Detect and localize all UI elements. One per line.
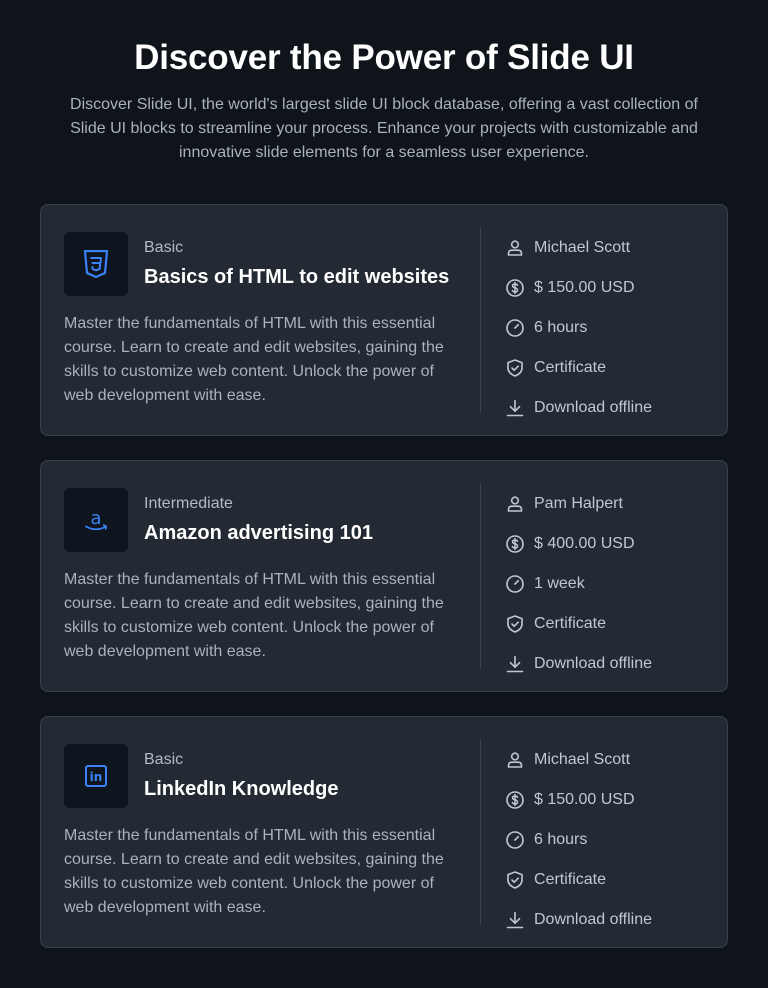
course-page: Discover the Power of Slide UI Discover … bbox=[0, 0, 768, 988]
user-icon bbox=[504, 237, 526, 259]
course-title[interactable]: Amazon advertising 101 bbox=[144, 522, 373, 545]
course-duration: 1 week bbox=[534, 575, 585, 592]
course-description: Master the fundamentals of HTML with thi… bbox=[64, 827, 444, 916]
meta-price: $ 400.00 USD bbox=[504, 524, 714, 564]
dollar-coin-icon bbox=[504, 277, 526, 299]
meta-download[interactable]: Download offline bbox=[504, 388, 714, 428]
download-icon bbox=[504, 653, 526, 675]
course-meta: Michael Scott $ 150.00 USD 6 hours Certi… bbox=[504, 228, 714, 428]
course-card[interactable]: a Intermediate Amazon advertising 101 Ma… bbox=[40, 460, 728, 692]
course-level: Basic bbox=[144, 239, 184, 256]
course-title[interactable]: LinkedIn Knowledge bbox=[144, 778, 338, 801]
instructor-name: Pam Halpert bbox=[534, 495, 623, 512]
dollar-coin-icon bbox=[504, 789, 526, 811]
user-icon bbox=[504, 493, 526, 515]
course-meta: Michael Scott $ 150.00 USD 6 hours Certi… bbox=[504, 740, 714, 940]
course-price: $ 150.00 USD bbox=[534, 791, 635, 808]
linkedin-logo-icon: in bbox=[85, 765, 107, 787]
meta-certificate: Certificate bbox=[504, 860, 714, 900]
course-duration: 6 hours bbox=[534, 831, 588, 848]
css3-shield-icon bbox=[83, 250, 109, 278]
meta-duration: 6 hours bbox=[504, 308, 714, 348]
instructor-name: Michael Scott bbox=[534, 239, 631, 256]
certificate-label: Certificate bbox=[534, 871, 607, 888]
page-title: Discover the Power of Slide UI bbox=[134, 38, 634, 77]
certificate-label: Certificate bbox=[534, 615, 607, 632]
clock-icon bbox=[504, 573, 526, 595]
course-description: Master the fundamentals of HTML with thi… bbox=[64, 315, 444, 404]
download-label[interactable]: Download offline bbox=[534, 655, 652, 673]
user-icon bbox=[504, 749, 526, 771]
certificate-label: Certificate bbox=[534, 359, 607, 376]
course-title[interactable]: Basics of HTML to edit websites bbox=[144, 266, 449, 289]
course-level: Intermediate bbox=[144, 495, 233, 512]
meta-price: $ 150.00 USD bbox=[504, 268, 714, 308]
svg-text:in: in bbox=[90, 770, 103, 784]
meta-price: $ 150.00 USD bbox=[504, 780, 714, 820]
course-logo: a bbox=[64, 488, 128, 552]
svg-text:a: a bbox=[90, 508, 101, 529]
shield-check-icon bbox=[504, 357, 526, 379]
amazon-logo-icon: a bbox=[85, 508, 108, 531]
meta-instructor: Michael Scott bbox=[504, 228, 714, 268]
meta-download[interactable]: Download offline bbox=[504, 900, 714, 940]
course-price: $ 150.00 USD bbox=[534, 279, 635, 296]
clock-icon bbox=[504, 829, 526, 851]
clock-icon bbox=[504, 317, 526, 339]
course-description: Master the fundamentals of HTML with thi… bbox=[64, 571, 444, 660]
download-label[interactable]: Download offline bbox=[534, 911, 652, 929]
meta-duration: 6 hours bbox=[504, 820, 714, 860]
card-divider bbox=[480, 484, 481, 668]
instructor-name: Michael Scott bbox=[534, 751, 631, 768]
meta-instructor: Pam Halpert bbox=[504, 484, 714, 524]
dollar-coin-icon bbox=[504, 533, 526, 555]
meta-instructor: Michael Scott bbox=[504, 740, 714, 780]
meta-certificate: Certificate bbox=[504, 348, 714, 388]
card-divider bbox=[480, 228, 481, 412]
page-subtitle: Discover Slide UI, the world's largest s… bbox=[70, 96, 698, 161]
meta-certificate: Certificate bbox=[504, 604, 714, 644]
download-label[interactable]: Download offline bbox=[534, 399, 652, 417]
download-icon bbox=[504, 397, 526, 419]
download-icon bbox=[504, 909, 526, 931]
shield-check-icon bbox=[504, 613, 526, 635]
course-price: $ 400.00 USD bbox=[534, 535, 635, 552]
course-logo: in bbox=[64, 744, 128, 808]
meta-download[interactable]: Download offline bbox=[504, 644, 714, 684]
course-duration: 6 hours bbox=[534, 319, 588, 336]
meta-duration: 1 week bbox=[504, 564, 714, 604]
course-card[interactable]: in Basic LinkedIn Knowledge Master the f… bbox=[40, 716, 728, 948]
course-logo bbox=[64, 232, 128, 296]
shield-check-icon bbox=[504, 869, 526, 891]
course-level: Basic bbox=[144, 751, 184, 768]
course-card[interactable]: Basic Basics of HTML to edit websites Ma… bbox=[40, 204, 728, 436]
card-divider bbox=[480, 740, 481, 924]
course-meta: Pam Halpert $ 400.00 USD 1 week Certific… bbox=[504, 484, 714, 684]
